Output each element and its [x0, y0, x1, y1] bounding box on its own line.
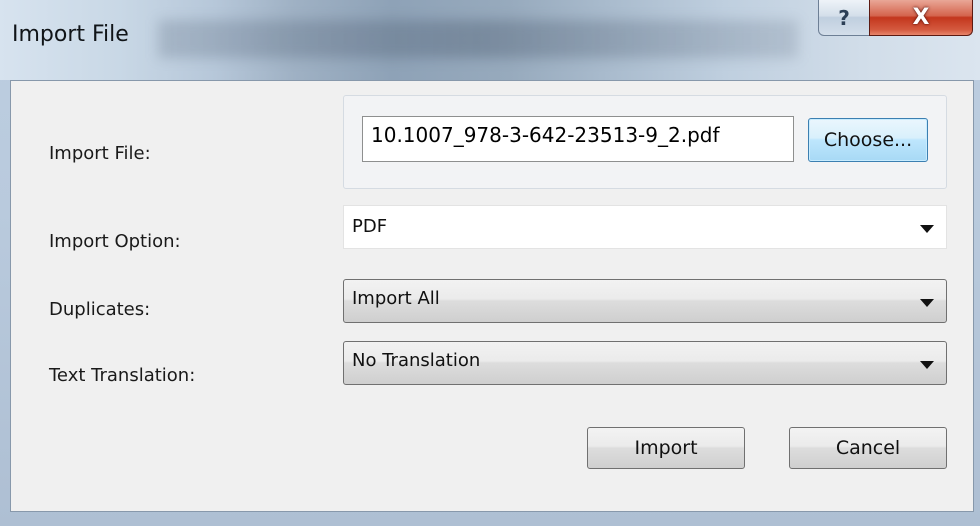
- choose-button[interactable]: Choose...: [808, 118, 928, 162]
- import-file-dialog: Import File ? X Import File: 10.1007_978…: [0, 0, 980, 526]
- title-bar[interactable]: Import File ? X: [0, 0, 980, 80]
- import-option-select[interactable]: PDF: [343, 205, 947, 249]
- text-translation-label: Text Translation:: [49, 365, 196, 386]
- help-icon: ?: [838, 5, 850, 30]
- close-icon: X: [912, 5, 930, 30]
- file-picker-group: 10.1007_978-3-642-23513-9_2.pdf Choose..…: [343, 95, 947, 189]
- import-file-input[interactable]: 10.1007_978-3-642-23513-9_2.pdf: [362, 116, 794, 162]
- import-option-label: Import Option:: [49, 231, 181, 252]
- text-translation-value: No Translation: [352, 350, 481, 371]
- dialog-body: Import File: 10.1007_978-3-642-23513-9_2…: [10, 80, 974, 512]
- import-button[interactable]: Import: [587, 427, 745, 469]
- import-option-value: PDF: [352, 216, 388, 237]
- chevron-down-icon: [920, 225, 934, 233]
- import-file-label: Import File:: [49, 143, 151, 164]
- help-button[interactable]: ?: [818, 0, 870, 36]
- duplicates-value: Import All: [352, 288, 440, 309]
- chevron-down-icon: [920, 299, 934, 307]
- cancel-button[interactable]: Cancel: [789, 427, 947, 469]
- chevron-down-icon: [920, 361, 934, 369]
- duplicates-label: Duplicates:: [49, 299, 151, 320]
- background-blur: [158, 20, 798, 58]
- text-translation-select[interactable]: No Translation: [343, 341, 947, 385]
- duplicates-select[interactable]: Import All: [343, 279, 947, 323]
- window-title: Import File: [12, 22, 129, 47]
- close-button[interactable]: X: [869, 0, 973, 36]
